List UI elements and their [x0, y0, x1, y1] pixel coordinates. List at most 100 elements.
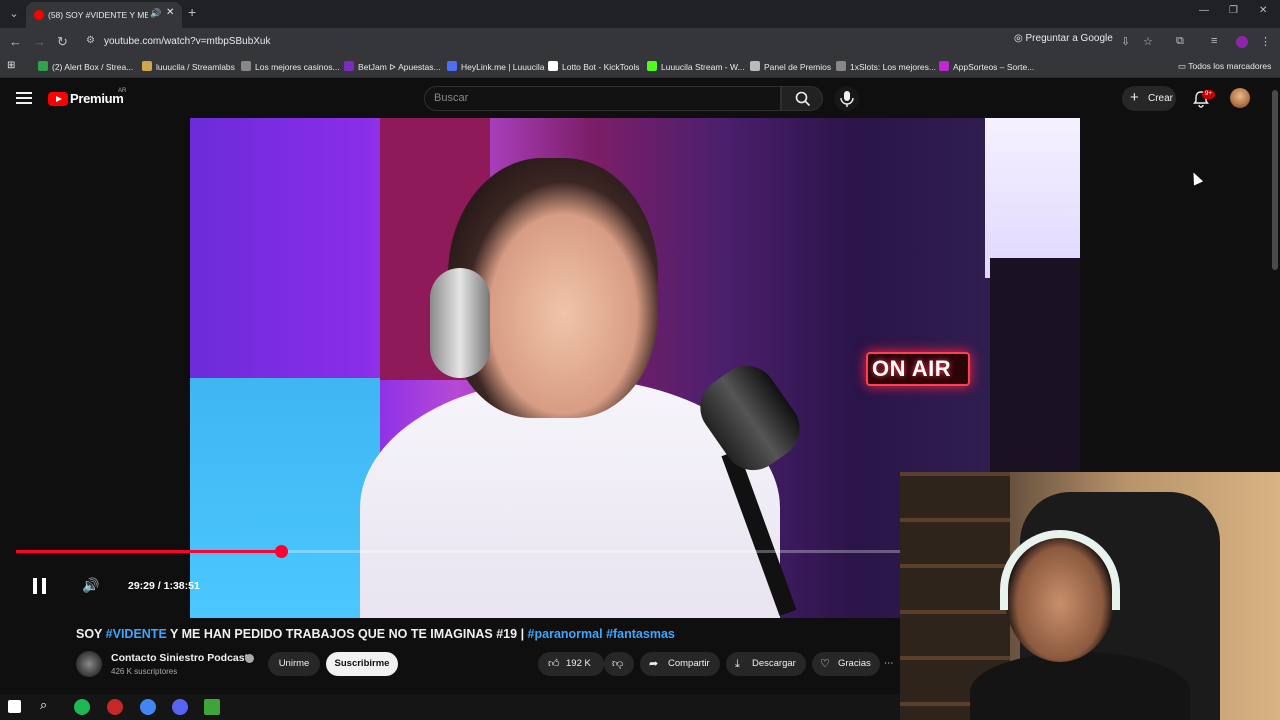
join-button[interactable]: Unirme: [268, 652, 320, 676]
all-bookmarks-label: Todos los marcadores: [1188, 61, 1272, 71]
thanks-label: Gracias: [838, 658, 871, 669]
bookmark-label: BetJam ᐅ Apuestas...: [358, 62, 441, 72]
bookmark-favicon-icon: [548, 61, 558, 71]
install-app-icon[interactable]: ⇩: [1121, 35, 1130, 48]
share-label: Compartir: [668, 658, 710, 669]
video-background: [985, 118, 1080, 278]
microphone-icon: [840, 91, 854, 107]
title-text: Y ME HAN PEDIDO TRABAJOS QUE NO TE IMAGI…: [166, 627, 528, 641]
ask-google-button[interactable]: ◎ Preguntar a Google: [1014, 33, 1113, 44]
browser-tab-bar: ⌄ (58) SOY #VIDENTE Y ME H 🔊 ✕ + — ❐ ✕: [0, 0, 1280, 28]
browser-tab[interactable]: (58) SOY #VIDENTE Y ME H 🔊 ✕: [26, 2, 182, 28]
region-code: AR: [118, 88, 127, 94]
minimize-icon[interactable]: —: [1199, 5, 1209, 16]
pause-icon[interactable]: [33, 578, 47, 594]
volume-icon[interactable]: 🔊: [82, 577, 99, 594]
restore-icon[interactable]: ❐: [1229, 5, 1238, 16]
menu-icon[interactable]: [16, 92, 32, 104]
close-window-icon[interactable]: ✕: [1259, 5, 1267, 16]
subscribe-button[interactable]: Suscribirme: [326, 652, 398, 676]
more-actions-icon[interactable]: ⋯: [884, 652, 900, 676]
bookmark-item[interactable]: Los mejores casinos...: [241, 61, 340, 72]
channel-avatar[interactable]: [76, 651, 102, 677]
page-scrollbar[interactable]: [1272, 90, 1278, 270]
mouse-cursor-icon: [1188, 170, 1204, 186]
taskbar-search-icon[interactable]: ⌕: [40, 697, 56, 713]
bookmark-favicon-icon: [647, 61, 657, 71]
channel-name[interactable]: Contacto Siniestro Podcast: [111, 652, 248, 664]
search-button[interactable]: [781, 86, 823, 111]
bookmark-item[interactable]: HeyLink.me | Luuucila: [447, 61, 544, 72]
discord-icon[interactable]: [172, 699, 188, 715]
search-icon: [795, 91, 811, 107]
download-button[interactable]: ⤓ Descargar: [726, 652, 806, 676]
thanks-button[interactable]: ♡ Gracias: [812, 652, 880, 676]
bookmark-item[interactable]: BetJam ᐅ Apuestas...: [344, 61, 441, 73]
bookmark-favicon-icon: [939, 61, 949, 71]
chrome-icon[interactable]: [140, 699, 156, 715]
bookmark-favicon-icon: [142, 61, 152, 71]
reload-icon[interactable]: ↻: [57, 34, 68, 50]
hashtag-link[interactable]: #VIDENTE: [106, 627, 167, 641]
bookmark-label: (2) Alert Box / Strea...: [52, 62, 134, 72]
all-bookmarks-folder[interactable]: ▭ Todos los marcadores: [1178, 61, 1271, 72]
forward-icon[interactable]: →: [33, 34, 46, 49]
webcam-overlay: [900, 472, 1280, 720]
video-headphones: [430, 268, 490, 378]
progress-played: [16, 550, 281, 553]
time-display: 29:29 / 1:38:51: [128, 580, 200, 592]
premium-logo-text[interactable]: Premium: [70, 91, 124, 106]
hashtag-link[interactable]: #paranormal: [528, 627, 603, 641]
bookmark-favicon-icon: [750, 61, 760, 71]
bookmark-item[interactable]: Panel de Premios: [750, 61, 831, 72]
url-text: youtube.com/watch?v=mtbpSBubXuk: [104, 36, 271, 47]
close-tab-icon[interactable]: ✕: [166, 7, 174, 18]
like-count: 192 K: [566, 658, 591, 669]
thumbs-down-icon: 👎︎: [612, 658, 624, 670]
site-info-icon[interactable]: ⚙: [86, 35, 95, 46]
account-avatar[interactable]: [1230, 88, 1250, 108]
share-button[interactable]: ➦ Compartir: [640, 652, 720, 676]
windows-start-icon[interactable]: [8, 700, 21, 713]
thumbs-up-icon: 👍︎: [548, 658, 560, 670]
apps-grid-icon[interactable]: ⊞: [7, 60, 15, 71]
minecraft-icon[interactable]: [204, 699, 220, 715]
ask-google-label: Preguntar a Google: [1025, 33, 1113, 44]
menu-dots-icon[interactable]: ⋮: [1260, 35, 1271, 48]
bookmark-item[interactable]: Lotto Bot - KickTools: [548, 61, 639, 72]
tab-search-icon[interactable]: ⌄: [4, 4, 24, 24]
bookmark-item[interactable]: Luuucila Stream - W...: [647, 61, 745, 72]
like-button[interactable]: 👍︎ 192 K: [538, 652, 604, 676]
extensions-icon[interactable]: ⧉: [1176, 35, 1184, 48]
tab-title: (58) SOY #VIDENTE Y ME H: [48, 10, 148, 20]
bookmark-star-icon[interactable]: ☆: [1143, 35, 1153, 48]
bookmark-item[interactable]: 1xSlots: Los mejores...: [836, 61, 936, 72]
back-icon[interactable]: ←: [9, 34, 22, 49]
bookmark-item[interactable]: (2) Alert Box / Strea...: [38, 61, 133, 72]
video-title: SOY #VIDENTE Y ME HAN PEDIDO TRABAJOS QU…: [76, 627, 896, 641]
dislike-button[interactable]: 👎︎: [604, 652, 634, 676]
video-background: [190, 378, 380, 618]
youtube-logo-icon[interactable]: [48, 92, 68, 106]
progress-scrubber[interactable]: [275, 545, 288, 558]
app-icon[interactable]: [107, 699, 123, 715]
bookmark-label: Luuucila Stream - W...: [661, 62, 745, 72]
plus-icon: +: [1130, 89, 1139, 106]
taskbar: [0, 694, 900, 720]
hashtag-link[interactable]: #fantasmas: [606, 627, 675, 641]
spotify-icon[interactable]: [74, 699, 90, 715]
bookmark-item[interactable]: AppSorteos – Sorte...: [939, 61, 1034, 72]
bookmark-favicon-icon: [241, 61, 251, 71]
bookmark-label: 1xSlots: Los mejores...: [850, 62, 936, 72]
bookmark-favicon-icon: [344, 61, 354, 71]
voice-search-button[interactable]: [834, 86, 859, 111]
lens-icon: ◎: [1014, 33, 1026, 44]
new-tab-icon[interactable]: +: [188, 4, 196, 20]
thanks-icon: ♡: [820, 658, 830, 670]
media-control-icon[interactable]: ≡: [1211, 35, 1217, 47]
notification-badge: 9+: [1202, 90, 1215, 99]
profile-avatar-icon[interactable]: [1236, 36, 1248, 48]
audio-playing-icon[interactable]: 🔊: [150, 8, 161, 19]
search-input[interactable]: [424, 86, 781, 111]
bookmark-item[interactable]: luuucila / Streamlabs: [142, 61, 235, 72]
